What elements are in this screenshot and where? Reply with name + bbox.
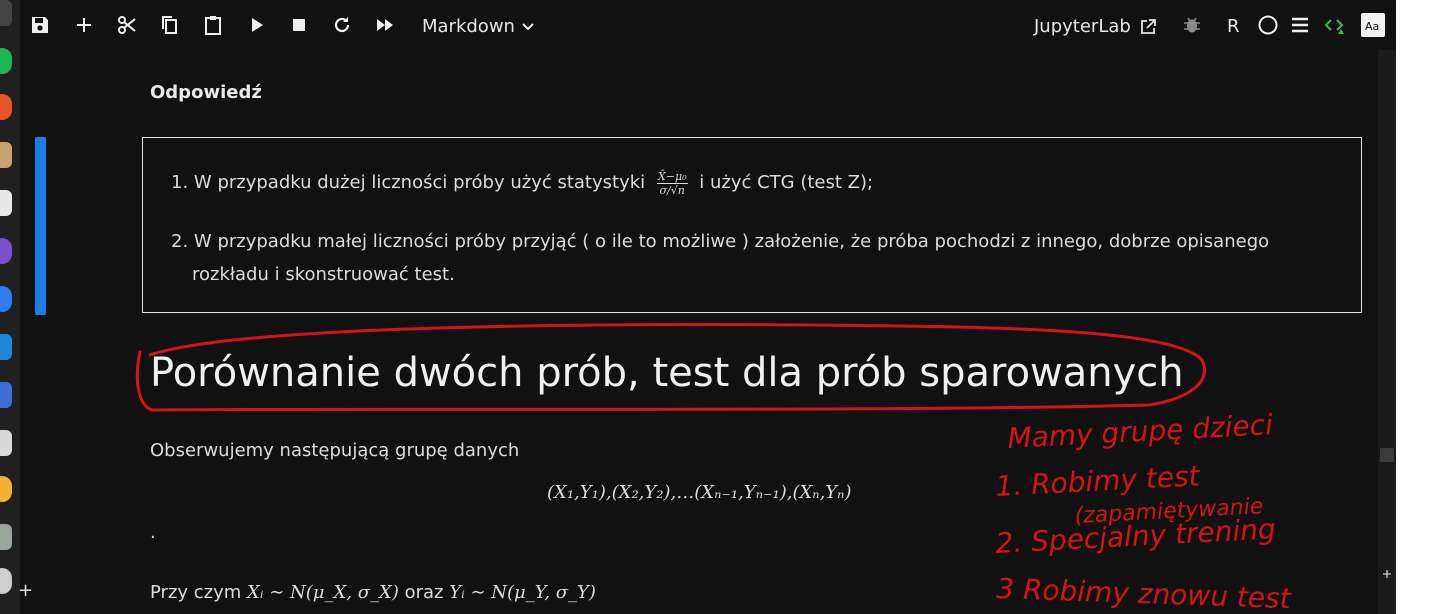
ink-note: 1. Robimy test [995,459,1202,503]
add-icon[interactable]: + [18,582,33,600]
list-number: 1. [171,172,189,193]
resize-handle-icon[interactable] [1381,568,1393,580]
data-formula: (X₁,Y₁),(X₂,Y₂),…(Xₙ₋₁,Yₙ₋₁),(Xₙ,Yₙ) [547,482,852,503]
paste-icon[interactable] [201,13,225,37]
firefox-icon[interactable] [0,94,12,120]
text-size-icon[interactable]: Aa [1361,13,1385,37]
scrollbar-thumb[interactable] [1380,448,1394,462]
cell-type-select[interactable]: Markdown [422,16,535,37]
cut-icon[interactable] [115,13,139,37]
app-purple-icon[interactable] [0,238,12,264]
statistic-formula: X̄−μ₀ σ/√n [656,169,688,197]
terminal-icon[interactable] [0,0,12,26]
answer-box: 1. W przypadku dużej liczności próby uży… [142,137,1362,313]
ink-note: (zapamiętywanie [1074,494,1264,529]
section-title: Porównanie dwóch prób, test dla prób spa… [150,350,1184,396]
code-icon[interactable] [1322,13,1346,37]
menu-icon[interactable] [1288,13,1312,37]
browser-blue-icon[interactable] [0,286,12,312]
app-gray-icon[interactable] [0,524,12,550]
restart-icon[interactable] [330,13,354,37]
open-in-jupyterlab-button[interactable]: JupyterLab [1034,16,1157,37]
chevron-down-icon [522,22,534,30]
list-number: 2. [171,231,189,252]
list-item: 1. W przypadku dużej liczności próby uży… [171,168,873,198]
intro-text: Obserwujemy następującą grupę danych [150,440,520,461]
notebook-toolbar: Markdown JupyterLab R Aa [20,0,1396,50]
linux-icon[interactable] [0,430,12,456]
kernel-name[interactable]: R [1227,16,1240,37]
list-text: W przypadku dużej liczności próby użyć s… [193,172,646,193]
dot-text: . [150,522,156,543]
jupyterlab-label: JupyterLab [1034,16,1131,37]
condition-mid: oraz [404,582,444,603]
chrome-icon[interactable] [0,476,12,502]
condition-text: Przy czym Xᵢ ∼ N(μ_X, σ_X) oraz Yᵢ ∼ N(μ… [150,582,596,603]
ink-note: Mamy grupę dzieci [1007,408,1274,455]
add-cell-icon[interactable] [72,13,96,37]
run-icon[interactable] [245,13,269,37]
app-dots-icon[interactable] [0,568,12,594]
condition-y: Yᵢ ∼ N(μ_Y, σ_Y) [449,582,596,603]
formula-denominator: σ/√n [659,183,685,197]
external-link-icon [1140,18,1156,34]
files-icon[interactable] [0,142,12,168]
list-text: i użyć CTG (test Z); [699,172,874,193]
condition-x: Xᵢ ∼ N(μ_X, σ_X) [247,582,399,603]
active-cell-indicator[interactable] [35,137,46,315]
list-text: W przypadku małej liczności próby przyją… [193,231,1270,252]
office-icon[interactable] [0,190,12,216]
formula-numerator: X̄−μ₀ [656,169,688,184]
ink-note: 2. Specjalny trening [995,512,1277,560]
save-icon[interactable] [28,13,52,37]
svg-text:Aa: Aa [1365,20,1379,33]
fast-forward-icon[interactable] [373,13,397,37]
spotify-icon[interactable] [0,48,12,74]
app-j-icon[interactable] [0,382,12,408]
scrollbar[interactable] [1378,50,1396,614]
ink-note: 3 Robimy znowu test [996,572,1292,614]
vscode-icon[interactable] [0,334,12,360]
stop-icon[interactable] [287,13,311,37]
kernel-status-icon [1256,13,1280,37]
copy-icon[interactable] [158,13,182,37]
list-item: 2. W przypadku małej liczności próby prz… [171,227,1269,257]
debugger-bug-icon[interactable] [1180,13,1204,37]
condition-prefix: Przy czym [150,582,242,603]
os-dock [0,0,20,614]
answer-heading: Odpowiedź [150,82,262,103]
cell-type-label: Markdown [422,16,515,37]
side-panel-edge [1396,0,1432,614]
list-item-continuation: rozkładu i skonstruować test. [192,264,455,285]
